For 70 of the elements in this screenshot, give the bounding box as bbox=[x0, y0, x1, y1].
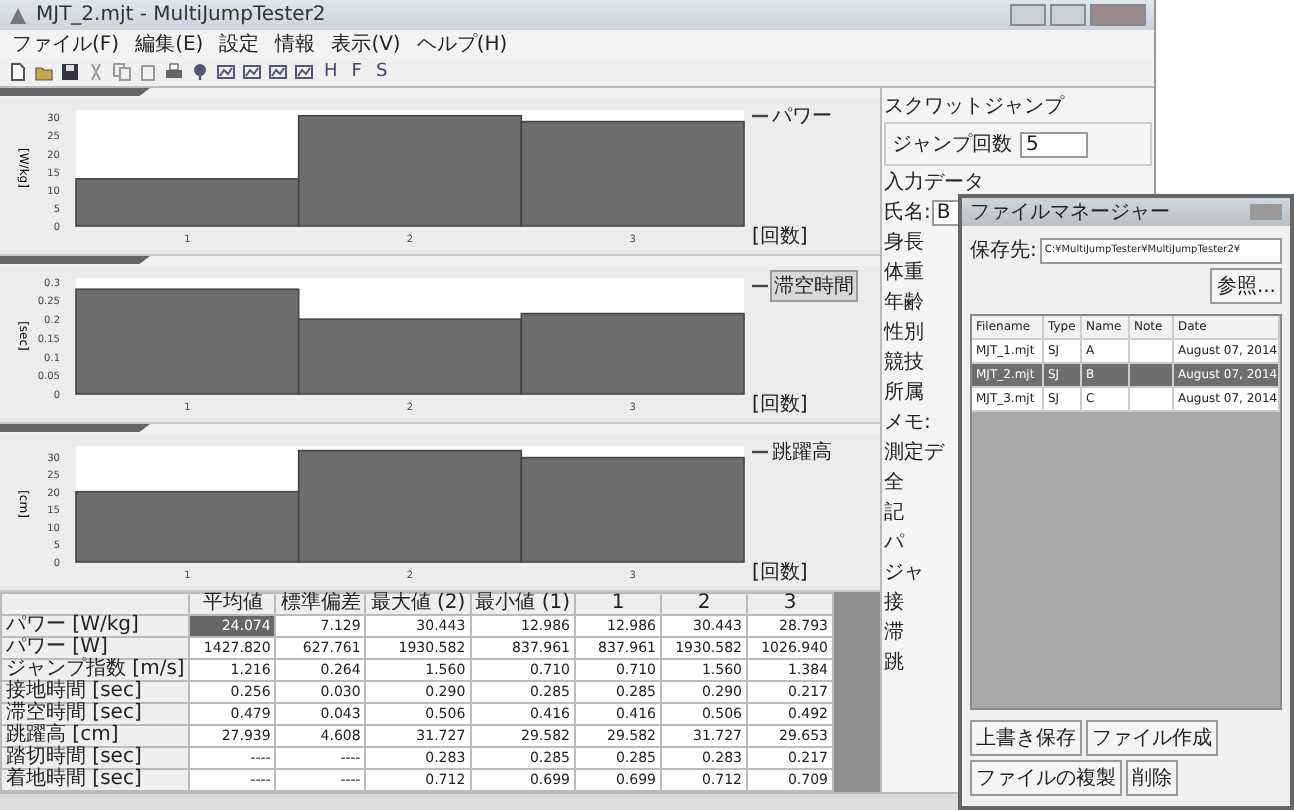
print-icon[interactable] bbox=[164, 62, 184, 82]
menu-item[interactable]: 設定 bbox=[219, 30, 260, 58]
axis-label: [回数] bbox=[752, 392, 808, 418]
axis-label: [回数] bbox=[752, 560, 808, 586]
field-label: 年齢 bbox=[884, 289, 924, 316]
menu-item[interactable]: 表示(V) bbox=[331, 30, 401, 58]
row-header: 接地時間 [sec] bbox=[1, 681, 190, 703]
row-header: 着地時間 [sec] bbox=[1, 769, 190, 791]
window-title: MJT_2.mjt - MultiJumpTester2 bbox=[36, 4, 326, 26]
chart-tool-icon[interactable] bbox=[242, 62, 262, 82]
legend-line-icon bbox=[752, 114, 768, 118]
legend-line-icon bbox=[752, 284, 768, 288]
dialog-button[interactable]: 上書き保存 bbox=[970, 720, 1082, 756]
row-header: 跳躍高 [cm] bbox=[1, 725, 190, 747]
dialog-button[interactable]: ファイル作成 bbox=[1086, 720, 1218, 756]
legend-item: パワー bbox=[770, 104, 834, 130]
field-label: メモ: bbox=[884, 410, 931, 436]
row-header: パワー [W/kg] bbox=[1, 615, 190, 637]
new-file-icon[interactable] bbox=[8, 62, 28, 82]
browse-button[interactable]: 参照... bbox=[1210, 268, 1282, 304]
field-label: パ bbox=[884, 530, 904, 556]
save-icon[interactable] bbox=[60, 62, 80, 82]
field-label: 競技 bbox=[884, 349, 924, 376]
column-header: 最小値 (1) bbox=[470, 593, 575, 615]
field-label: 体重 bbox=[884, 259, 924, 286]
column-header: 2 bbox=[661, 593, 747, 615]
chart-tool-icon[interactable] bbox=[216, 62, 236, 82]
spin-field[interactable]: 5 bbox=[1020, 131, 1088, 157]
row-header: 踏切時間 [sec] bbox=[1, 747, 190, 769]
field-label: ジャ bbox=[884, 560, 924, 586]
row-header: 滞空時間 [sec] bbox=[1, 703, 190, 725]
app-icon bbox=[8, 5, 28, 25]
field-label: 所属 bbox=[884, 379, 924, 406]
legend-line-icon bbox=[752, 450, 768, 454]
dialog-button[interactable]: 削除 bbox=[1126, 760, 1178, 796]
group-title: 測定デ bbox=[884, 439, 947, 466]
field-label: 性別 bbox=[884, 319, 924, 346]
menu-item[interactable]: 情報 bbox=[275, 30, 316, 58]
dialog-button[interactable]: ファイルの複製 bbox=[970, 760, 1122, 796]
field-label: 跳 bbox=[884, 649, 904, 676]
column-header: 最大値 (2) bbox=[365, 593, 471, 615]
group-title: 入力データ bbox=[884, 169, 986, 196]
column-header: 平均値 bbox=[189, 593, 276, 615]
section-title: スクワットジャンプ bbox=[884, 93, 1067, 120]
folder-icon[interactable] bbox=[34, 62, 54, 82]
field-label: 身長 bbox=[884, 230, 924, 256]
dialog-title: ファイルマネージャー bbox=[970, 200, 1170, 226]
row-header: ジャンプ指数 [m/s] bbox=[1, 659, 190, 681]
chart-tool-icon[interactable] bbox=[268, 62, 288, 82]
column-header: 3 bbox=[747, 593, 833, 615]
field-label: 全 bbox=[884, 470, 904, 496]
field-label: 記 bbox=[884, 499, 904, 526]
field-label: 氏名: bbox=[884, 199, 931, 226]
legend-item: 滞空時間 bbox=[770, 270, 858, 302]
toolbar-button[interactable]: H bbox=[320, 62, 342, 82]
column-header: 1 bbox=[575, 593, 661, 615]
row-header: パワー [W] bbox=[1, 637, 190, 659]
menu-item[interactable]: 編集(E) bbox=[135, 30, 204, 58]
column-header: 標準偏差 bbox=[275, 593, 366, 615]
chart-tool-icon[interactable] bbox=[294, 62, 314, 82]
field-label: 滞 bbox=[884, 619, 904, 646]
legend-item: 跳躍高 bbox=[770, 439, 834, 466]
field-label: 保存先: bbox=[970, 237, 1037, 264]
menu-item[interactable]: ヘルプ(H) bbox=[416, 30, 508, 58]
toolbar-button[interactable]: F bbox=[347, 62, 366, 82]
field-label: 接 bbox=[884, 589, 904, 616]
axis-label: [回数] bbox=[752, 224, 808, 250]
field-label: ジャンプ回数 bbox=[892, 131, 1012, 158]
menu-item[interactable]: ファイル(F) bbox=[12, 30, 120, 58]
toolbar-button[interactable]: S bbox=[371, 62, 392, 82]
